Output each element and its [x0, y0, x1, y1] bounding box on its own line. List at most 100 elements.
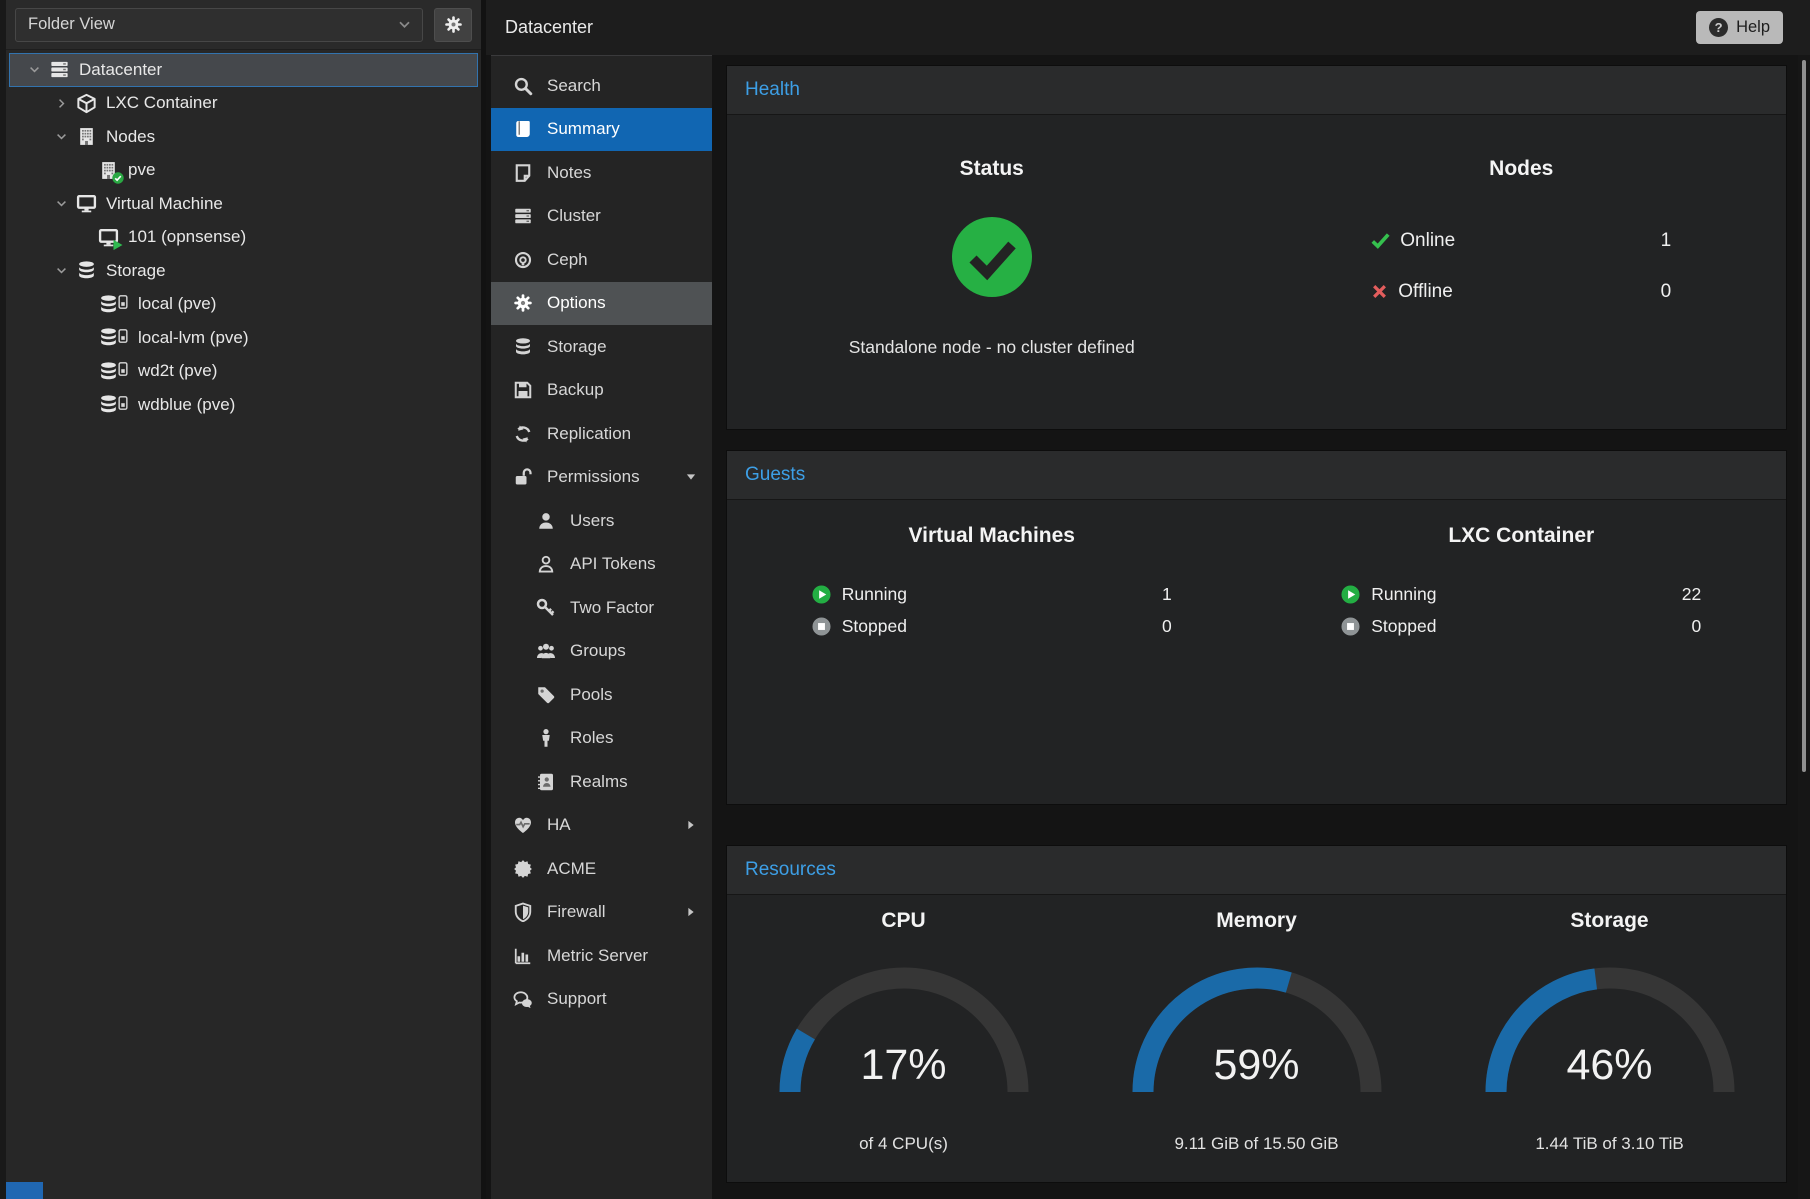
chevron-down-icon[interactable]	[20, 63, 48, 76]
gear-icon	[444, 15, 463, 34]
scrollbar-thumb[interactable]	[1802, 60, 1806, 772]
tree-item-lxc-container[interactable]: LXC Container	[9, 87, 478, 121]
vertical-scrollbar[interactable]	[1798, 55, 1810, 1199]
menu-item-label: Search	[547, 76, 601, 96]
menu-item-ceph[interactable]: Ceph	[491, 238, 712, 282]
menu-item-label: Users	[570, 511, 614, 531]
health-panel-header: Health	[727, 66, 1786, 115]
tree-item-label: Storage	[106, 261, 166, 281]
menu-item-users[interactable]: Users	[491, 499, 712, 543]
tree-item-101-opnsense[interactable]: 101 (opnsense)	[9, 221, 478, 255]
resource-column-memory: Memory59%9.11 GiB of 15.50 GiB	[1080, 895, 1433, 1154]
menu-item-permissions[interactable]: Permissions	[491, 456, 712, 500]
chevron-right-icon[interactable]	[47, 97, 75, 110]
nodes-column: Nodes Online1Offline0	[1257, 115, 1787, 358]
tree-item-nodes[interactable]: Nodes	[9, 120, 478, 154]
menu-item-summary[interactable]: Summary	[491, 108, 712, 152]
tree-item-local-pve[interactable]: local (pve)	[9, 288, 478, 322]
menu-item-support[interactable]: Support	[491, 978, 712, 1022]
menu-item-cluster[interactable]: Cluster	[491, 195, 712, 239]
menu-item-realms[interactable]: Realms	[491, 760, 712, 804]
caret-right-icon[interactable]	[685, 819, 697, 831]
tree-item-wd2t-pve[interactable]: wd2t (pve)	[9, 355, 478, 389]
drive-badge-icon	[116, 396, 130, 410]
tree-item-wdblue-pve[interactable]: wdblue (pve)	[9, 388, 478, 422]
database-icon	[97, 327, 119, 349]
guest-column-title: LXC Container	[1448, 524, 1594, 548]
menu-item-label: Firewall	[547, 902, 606, 922]
menu-item-search[interactable]: Search	[491, 64, 712, 108]
stopped-icon	[812, 617, 831, 636]
ceph-icon	[512, 250, 534, 270]
cube-icon	[75, 92, 97, 114]
view-mode-select[interactable]: Folder View	[15, 8, 423, 42]
seal-icon	[512, 859, 534, 879]
menu-item-pools[interactable]: Pools	[491, 673, 712, 717]
menu-item-label: Backup	[547, 380, 604, 400]
tree-item-storage[interactable]: Storage	[9, 254, 478, 288]
monitor-icon	[75, 193, 97, 215]
caret-down-icon[interactable]	[685, 471, 697, 483]
menu-item-roles[interactable]: Roles	[491, 717, 712, 761]
menu-item-api-tokens[interactable]: API Tokens	[491, 543, 712, 587]
menu-item-two-factor[interactable]: Two Factor	[491, 586, 712, 630]
monitor-icon	[97, 226, 119, 248]
chevron-down-icon[interactable]	[47, 197, 75, 210]
tree-item-label: wd2t (pve)	[138, 361, 217, 381]
top-bar: Datacenter ? Help	[486, 0, 1810, 55]
view-mode-label: Folder View	[28, 15, 115, 34]
guests-panel-body: Virtual MachinesRunning1Stopped0LXC Cont…	[727, 500, 1786, 642]
chevron-down-icon[interactable]	[47, 130, 75, 143]
menu-item-label: Options	[547, 293, 606, 313]
menu-item-label: ACME	[547, 859, 596, 879]
sync-icon	[512, 424, 534, 444]
menu-item-storage[interactable]: Storage	[491, 325, 712, 369]
proxmox-app: Folder View Datacenter LXC Container Nodes…	[0, 0, 1810, 1199]
menu-item-metric-server[interactable]: Metric Server	[491, 934, 712, 978]
resource-tree-panel: Folder View Datacenter LXC Container Nodes…	[0, 0, 486, 1199]
config-menu-items: Search Summary Notes ClusterCeph Options Stor…	[491, 56, 712, 1021]
menu-item-notes[interactable]: Notes	[491, 151, 712, 195]
tree-toolbar: Folder View	[6, 0, 481, 50]
tree-item-label: LXC Container	[106, 93, 218, 113]
tree-item-local-lvm-pve[interactable]: local-lvm (pve)	[9, 321, 478, 355]
unlock-icon	[512, 467, 534, 487]
gauge-sublabel: of 4 CPU(s)	[859, 1134, 948, 1154]
menu-item-replication[interactable]: Replication	[491, 412, 712, 456]
tree-settings-button[interactable]	[434, 8, 472, 42]
resources-panel-header: Resources	[727, 846, 1786, 895]
tree-item-virtual-machine[interactable]: Virtual Machine	[9, 187, 478, 221]
guest-count-value: 0	[1162, 616, 1172, 637]
status-column: Status Standalone node - no cluster defi…	[727, 115, 1257, 358]
menu-item-options[interactable]: Options	[491, 282, 712, 326]
menu-item-backup[interactable]: Backup	[491, 369, 712, 413]
tree-item-pve[interactable]: pve	[9, 154, 478, 188]
menu-item-label: Metric Server	[547, 946, 648, 966]
gauge-percent: 59%	[1122, 1041, 1392, 1090]
menu-item-label: Support	[547, 989, 607, 1009]
play-badge-icon	[112, 239, 124, 251]
menu-item-label: Notes	[547, 163, 591, 183]
chevron-down-icon[interactable]	[47, 264, 75, 277]
group-icon	[535, 641, 557, 661]
help-button[interactable]: ? Help	[1696, 11, 1783, 44]
building-icon	[75, 126, 97, 148]
menu-item-firewall[interactable]: Firewall	[491, 891, 712, 935]
menu-item-groups[interactable]: Groups	[491, 630, 712, 674]
menu-item-ha[interactable]: HA	[491, 804, 712, 848]
menu-item-label: Realms	[570, 772, 628, 792]
main-content: Health Status Standalone node - no clust…	[712, 55, 1810, 1199]
gauge-percent: 17%	[769, 1041, 1039, 1090]
tree-item-label: Datacenter	[79, 60, 162, 80]
menu-item-label: Replication	[547, 424, 631, 444]
guest-rows: Running22Stopped0	[1341, 578, 1701, 642]
guest-state-label: Running	[842, 584, 907, 605]
status-message: Standalone node - no cluster defined	[849, 337, 1135, 358]
tree-item-datacenter[interactable]: Datacenter	[9, 53, 478, 87]
status-ok-icon	[950, 215, 1034, 299]
caret-right-icon[interactable]	[685, 906, 697, 918]
menu-item-acme[interactable]: ACME	[491, 847, 712, 891]
nodes-title: Nodes	[1489, 157, 1553, 181]
tag-icon	[535, 685, 557, 705]
check-badge-icon	[112, 172, 124, 184]
